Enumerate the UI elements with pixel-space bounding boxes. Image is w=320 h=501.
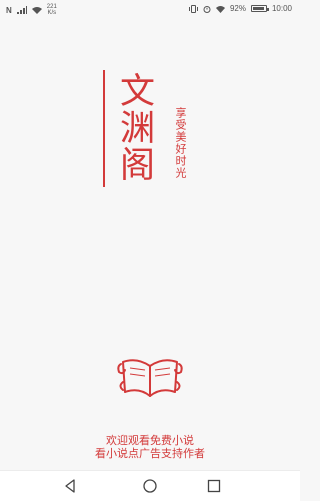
app-slogan: 享受美好时光 [174, 107, 187, 179]
status-bar: N 221 K/s 92% 10:00 [0, 0, 300, 18]
app-title: 文渊阁 [114, 72, 154, 183]
battery-icon [250, 5, 269, 12]
network-speed-unit: K/s [47, 10, 57, 16]
welcome-line-2: 看小说点广告支持作者 [95, 447, 205, 460]
clock: 10:00 [271, 4, 292, 13]
battery-percent: 92% [229, 4, 246, 13]
navigation-bar [0, 470, 300, 501]
brand-accent-bar [103, 70, 105, 187]
home-icon[interactable] [142, 478, 158, 494]
vibrate-icon [188, 4, 198, 13]
open-book-icon [117, 359, 183, 397]
notification-badge: N [6, 5, 12, 15]
wifi-icon [31, 7, 42, 14]
status-left: N 221 K/s [6, 4, 57, 16]
network-speed: 221 K/s [47, 4, 57, 16]
brand-block: 文渊阁 享受美好时光 [103, 70, 203, 190]
recent-apps-icon[interactable] [206, 478, 222, 494]
signal-icon [16, 6, 27, 14]
status-right: 92% 10:00 [188, 4, 292, 13]
alarm-icon [203, 5, 211, 13]
back-icon[interactable] [62, 478, 78, 494]
wifi-signal-icon [215, 5, 225, 13]
